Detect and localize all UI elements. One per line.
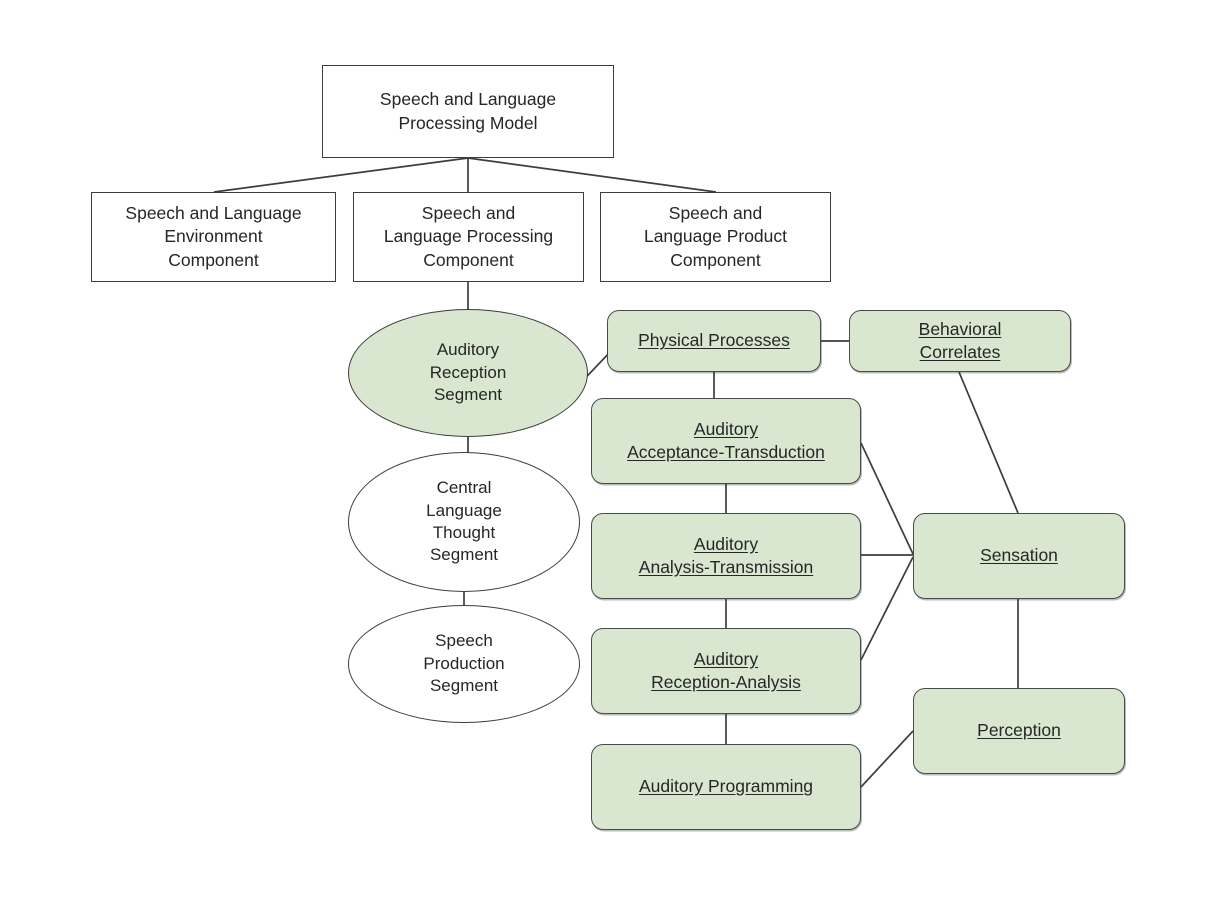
node-product-component[interactable]: Speech and Language Product Component bbox=[600, 192, 831, 282]
node-auditory-reception-analysis[interactable]: Auditory Reception-Analysis bbox=[591, 628, 861, 714]
node-sensation[interactable]: Sensation bbox=[913, 513, 1125, 599]
node-label: Sensation bbox=[980, 545, 1058, 566]
node-label: Speech and Language Processing Model bbox=[379, 89, 557, 133]
node-label: Perception bbox=[977, 720, 1061, 741]
node-central-language-thought-segment[interactable]: Central Language Thought Segment bbox=[348, 452, 580, 592]
node-auditory-acceptance-transduction[interactable]: Auditory Acceptance-Transduction bbox=[591, 398, 861, 484]
node-label: Behavioral Correlates bbox=[918, 318, 1002, 362]
node-label: Physical Processes bbox=[638, 330, 790, 351]
node-label: Auditory Reception Segment bbox=[429, 340, 507, 405]
node-label: Speech and Language Processing Component bbox=[383, 203, 554, 270]
node-label: Speech Production Segment bbox=[423, 631, 505, 696]
node-physical-processes[interactable]: Physical Processes bbox=[607, 310, 821, 372]
node-label: Speech and Language Product Component bbox=[643, 203, 788, 270]
node-behavioral-correlates[interactable]: Behavioral Correlates bbox=[849, 310, 1071, 372]
edge-auditory_acceptance_transduction-to-sensation bbox=[860, 442, 914, 555]
node-label: Speech and Language Environment Componen… bbox=[125, 203, 302, 270]
node-label: Auditory Reception-Analysis bbox=[651, 648, 801, 692]
edge-auditory_programming-to-perception bbox=[860, 730, 914, 788]
edge-model-to-product_component bbox=[467, 157, 717, 193]
speech-language-processing-diagram: Speech and Language Processing Model Spee… bbox=[0, 0, 1218, 900]
node-speech-production-segment[interactable]: Speech Production Segment bbox=[348, 605, 580, 723]
node-processing-component[interactable]: Speech and Language Processing Component bbox=[353, 192, 584, 282]
edge-model-to-environment_component bbox=[213, 157, 469, 193]
node-label: Central Language Thought Segment bbox=[426, 478, 502, 565]
node-perception[interactable]: Perception bbox=[913, 688, 1125, 774]
node-label: Auditory Analysis-Transmission bbox=[638, 533, 814, 577]
node-label: Auditory Programming bbox=[638, 776, 814, 797]
node-auditory-programming[interactable]: Auditory Programming bbox=[591, 744, 861, 830]
node-environment-component[interactable]: Speech and Language Environment Componen… bbox=[91, 192, 336, 282]
node-label: Auditory Acceptance-Transduction bbox=[627, 418, 825, 462]
node-auditory-reception-segment[interactable]: Auditory Reception Segment bbox=[348, 309, 588, 437]
node-auditory-analysis-transmission[interactable]: Auditory Analysis-Transmission bbox=[591, 513, 861, 599]
node-model[interactable]: Speech and Language Processing Model bbox=[322, 65, 614, 158]
edge-auditory_reception_analysis-to-sensation bbox=[860, 556, 914, 661]
edge-behavioral_correlates-to-sensation bbox=[958, 371, 1019, 514]
